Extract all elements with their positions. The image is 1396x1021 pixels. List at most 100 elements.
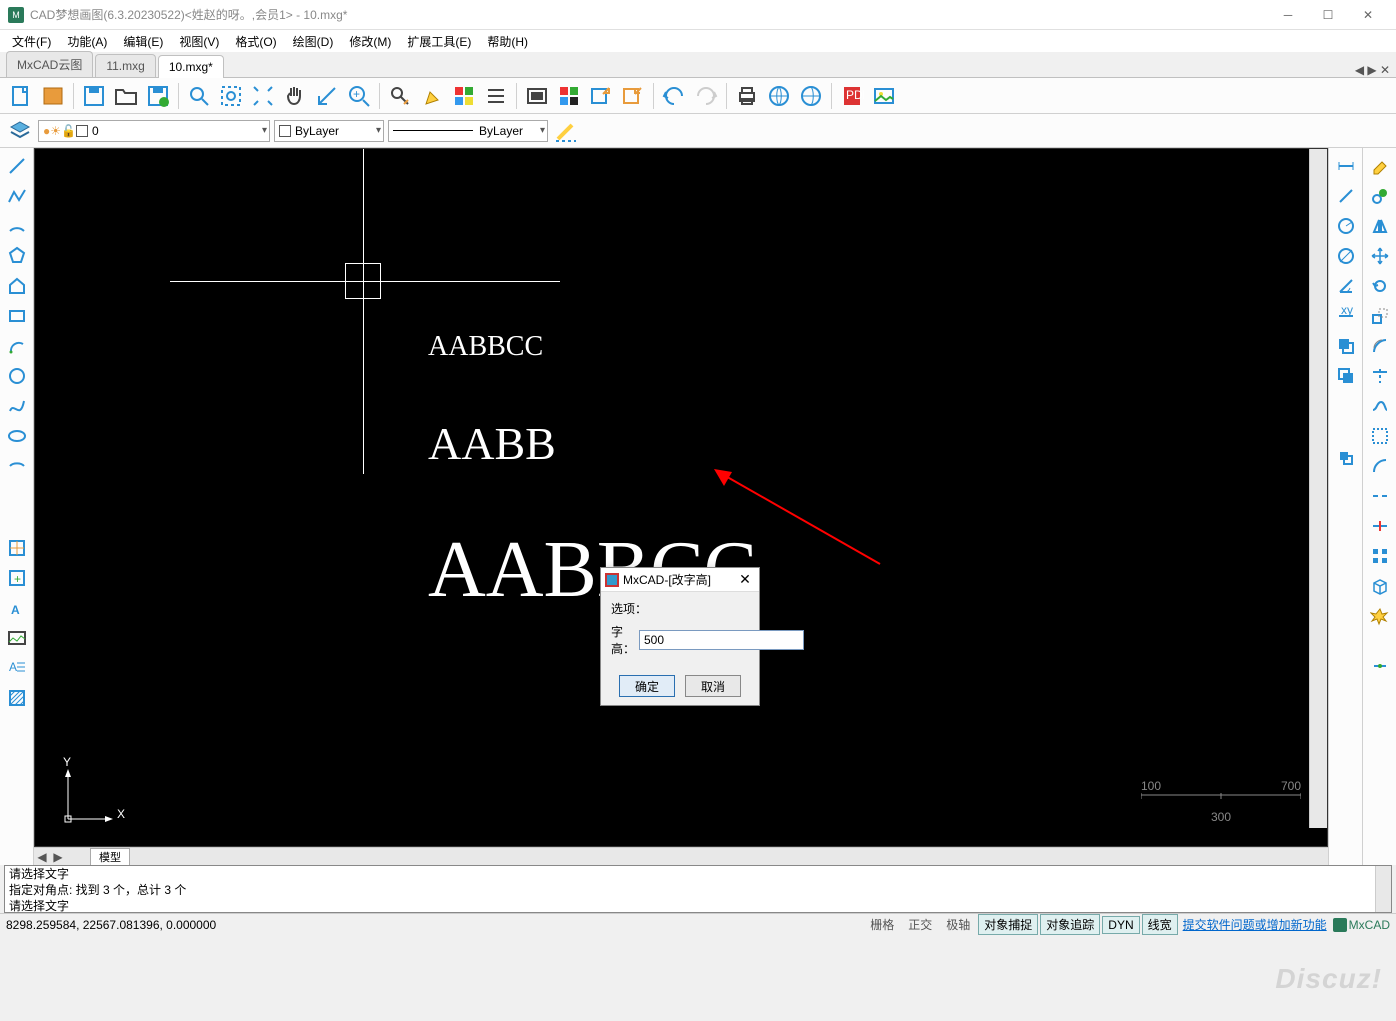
menu-modify[interactable]: 修改(M)	[343, 31, 397, 52]
menu-edit[interactable]: 编辑(E)	[117, 31, 169, 52]
menu-draw[interactable]: 绘图(D)	[287, 31, 340, 52]
menu-file[interactable]: 文件(F)	[6, 31, 57, 52]
drawing-canvas[interactable]: AABBCC AABB AABBCC Y X 100 700	[34, 148, 1328, 847]
move-tool[interactable]	[1366, 242, 1394, 270]
send-back-tool[interactable]	[1332, 362, 1360, 390]
status-grid[interactable]: 栅格	[864, 914, 900, 935]
feedback-link[interactable]: 提交软件问题或增加新功能	[1183, 916, 1327, 933]
linetype-combo[interactable]: ByLayer ▾	[388, 120, 548, 142]
tab-11-mxg[interactable]: 11.mxg	[95, 54, 155, 77]
block-tool[interactable]	[3, 534, 31, 562]
redo-button[interactable]	[691, 81, 721, 111]
trim-tool[interactable]	[1366, 362, 1394, 390]
cmd-scrollbar[interactable]	[1375, 866, 1391, 912]
zoom-extents-button[interactable]	[216, 81, 246, 111]
zoom-realtime-button[interactable]: +	[344, 81, 374, 111]
status-dyn[interactable]: DYN	[1102, 916, 1139, 934]
hatch-tool[interactable]	[3, 684, 31, 712]
open-button[interactable]	[111, 81, 141, 111]
status-osnap[interactable]: 对象捕捉	[978, 914, 1038, 935]
scale-tool[interactable]	[1366, 302, 1394, 330]
arc3p-tool[interactable]	[3, 332, 31, 360]
mtext-tool[interactable]: A	[3, 654, 31, 682]
status-polar[interactable]: 极轴	[940, 914, 976, 935]
canvas-scrollbar-v[interactable]	[1309, 149, 1327, 828]
zoom-window-button[interactable]	[184, 81, 214, 111]
image-button[interactable]	[869, 81, 899, 111]
ellipse-tool[interactable]	[3, 422, 31, 450]
ellipse-arc-tool[interactable]	[3, 452, 31, 480]
close-button[interactable]: ✕	[1348, 0, 1388, 30]
minimize-button[interactable]: ─	[1268, 0, 1308, 30]
align-tool[interactable]	[1332, 444, 1360, 472]
rectangle-tool[interactable]	[3, 302, 31, 330]
undo-button[interactable]	[659, 81, 689, 111]
stretch-tool[interactable]	[1366, 512, 1394, 540]
join-tool[interactable]	[1366, 652, 1394, 680]
pdf-button[interactable]: PDF	[837, 81, 867, 111]
screenshot-button[interactable]	[522, 81, 552, 111]
dialog-titlebar[interactable]: MxCAD-[改字高] ✕	[601, 568, 759, 592]
dim-aligned-tool[interactable]	[1332, 182, 1360, 210]
spline-tool[interactable]	[3, 392, 31, 420]
dim-ordinate-tool[interactable]: xy	[1332, 302, 1360, 330]
tab-next[interactable]: ▶	[50, 850, 66, 864]
web-button[interactable]	[764, 81, 794, 111]
status-ortho[interactable]: 正交	[902, 914, 938, 935]
mirror-tool[interactable]	[1366, 212, 1394, 240]
tab-10-mxg[interactable]: 10.mxg*	[158, 55, 224, 78]
extend-tool[interactable]	[1366, 392, 1394, 420]
image-insert-tool[interactable]	[3, 624, 31, 652]
arc-tool[interactable]	[3, 212, 31, 240]
color-combo[interactable]: ByLayer ▾	[274, 120, 384, 142]
layer-combo[interactable]: ●☀🔓 0 ▾	[38, 120, 270, 142]
tab-prev[interactable]: ◀	[34, 850, 50, 864]
bring-front-tool[interactable]	[1332, 332, 1360, 360]
zoom-previous-button[interactable]	[312, 81, 342, 111]
import-button[interactable]	[618, 81, 648, 111]
fillet-tool[interactable]	[1366, 422, 1394, 450]
break-tool[interactable]	[1366, 482, 1394, 510]
command-window[interactable]: 请选择文字 指定对角点: 找到 3 个，总计 3 个 请选择文字	[4, 865, 1392, 913]
menu-format[interactable]: 格式(O)	[229, 31, 282, 52]
insert-block-tool[interactable]: +	[3, 564, 31, 592]
save-as-button[interactable]	[143, 81, 173, 111]
polyline-tool[interactable]	[3, 182, 31, 210]
text-tool[interactable]: A	[3, 594, 31, 622]
height-input[interactable]	[639, 630, 804, 650]
layers-button[interactable]	[6, 117, 34, 145]
line-tool[interactable]	[3, 152, 31, 180]
menu-function[interactable]: 功能(A)	[61, 31, 113, 52]
color-palette-button[interactable]	[449, 81, 479, 111]
polygon-tool[interactable]	[3, 242, 31, 270]
draw-settings-button[interactable]	[552, 117, 580, 145]
print-button[interactable]	[732, 81, 762, 111]
web2-button[interactable]	[796, 81, 826, 111]
status-otrack[interactable]: 对象追踪	[1040, 914, 1100, 935]
dim-radius-tool[interactable]	[1332, 212, 1360, 240]
dim-linear-tool[interactable]	[1332, 152, 1360, 180]
highlight-button[interactable]	[417, 81, 447, 111]
rotate-tool[interactable]	[1366, 272, 1394, 300]
tab-mxcad-cloud[interactable]: MxCAD云图	[6, 51, 93, 77]
list-button[interactable]	[481, 81, 511, 111]
erase-tool[interactable]	[1366, 152, 1394, 180]
new-file-button[interactable]	[6, 81, 36, 111]
3d-box-tool[interactable]	[1366, 572, 1394, 600]
offset-tool[interactable]	[1366, 332, 1394, 360]
dim-diameter-tool[interactable]	[1332, 242, 1360, 270]
export-button[interactable]	[586, 81, 616, 111]
cancel-button[interactable]: 取消	[685, 675, 741, 697]
pan-button[interactable]	[280, 81, 310, 111]
tab-nav-arrows[interactable]: ◀ ▶ ✕	[1355, 63, 1390, 77]
chamfer-tool[interactable]	[1366, 452, 1394, 480]
menu-view[interactable]: 视图(V)	[173, 31, 225, 52]
properties-button[interactable]	[554, 81, 584, 111]
find-button[interactable]	[385, 81, 415, 111]
explode-tool[interactable]	[1366, 602, 1394, 630]
model-tab[interactable]: 模型	[90, 848, 130, 866]
array-tool[interactable]	[1366, 542, 1394, 570]
dialog-close-button[interactable]: ✕	[735, 571, 755, 588]
circle-tool[interactable]	[3, 362, 31, 390]
menu-tools[interactable]: 扩展工具(E)	[401, 31, 477, 52]
